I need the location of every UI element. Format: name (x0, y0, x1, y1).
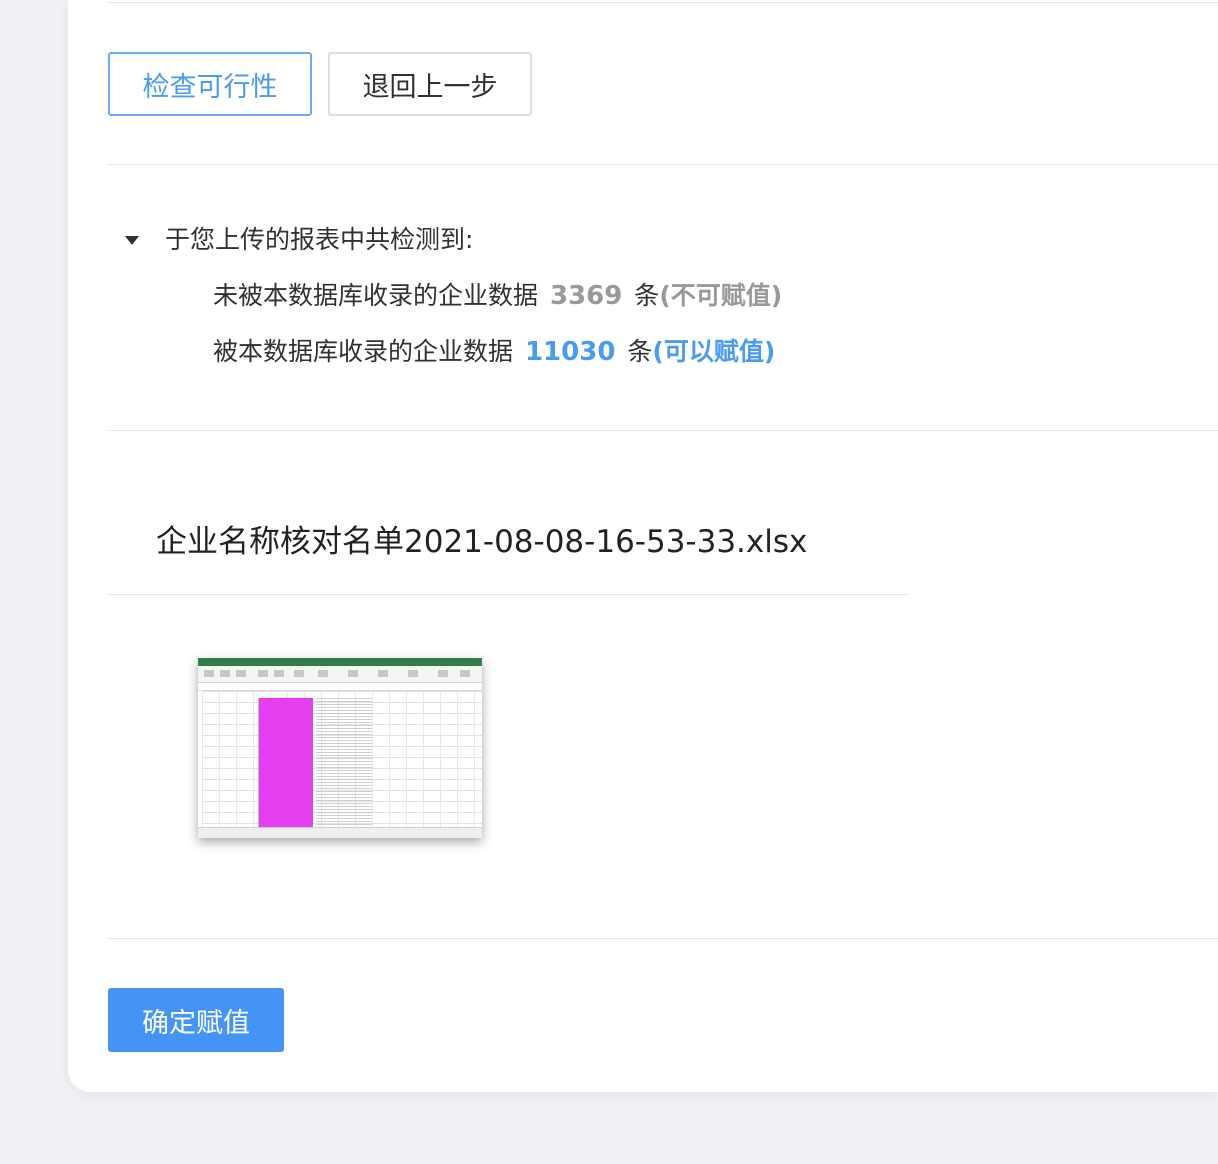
included-note: (可以赋值) (652, 337, 776, 366)
not-included-line: 未被本数据库收录的企业数据 3369 条(不可赋值) (213, 276, 782, 312)
divider (108, 594, 908, 595)
preview-formula-bar (198, 683, 482, 691)
not-included-note: (不可赋值) (659, 281, 783, 310)
included-prefix: 被本数据库收录的企业数据 (213, 337, 514, 366)
preview-ribbon (198, 666, 482, 683)
not-included-count: 3369 (549, 281, 623, 311)
not-included-prefix: 未被本数据库收录的企业数据 (213, 281, 539, 310)
check-feasibility-button[interactable]: 检查可行性 (108, 52, 312, 116)
divider (108, 938, 1218, 939)
caret-down-icon[interactable] (125, 236, 139, 245)
main-card: 检查可行性 退回上一步 于您上传的报表中共检测到: 未被本数据库收录的企业数据 … (68, 0, 1218, 1092)
preview-statusbar (198, 827, 482, 838)
divider (108, 164, 1218, 165)
included-count: 11030 (524, 337, 616, 367)
spreadsheet-preview-thumbnail[interactable] (198, 658, 482, 838)
file-name: 企业名称核对名单2021-08-08-16-53-33.xlsx (156, 524, 808, 560)
divider (108, 430, 1218, 431)
summary-title: 于您上传的报表中共检测到: (165, 225, 474, 254)
confirm-assign-button[interactable]: 确定赋值 (108, 988, 284, 1052)
included-line: 被本数据库收录的企业数据 11030 条(可以赋值) (213, 332, 775, 368)
preview-column-a (202, 698, 259, 828)
preview-titlebar (198, 658, 482, 666)
preview-highlight-column (259, 698, 313, 828)
not-included-unit: 条 (634, 281, 660, 310)
preview-text-column (316, 698, 372, 828)
included-unit: 条 (627, 337, 653, 366)
divider (108, 2, 1218, 3)
back-step-button[interactable]: 退回上一步 (328, 52, 532, 116)
